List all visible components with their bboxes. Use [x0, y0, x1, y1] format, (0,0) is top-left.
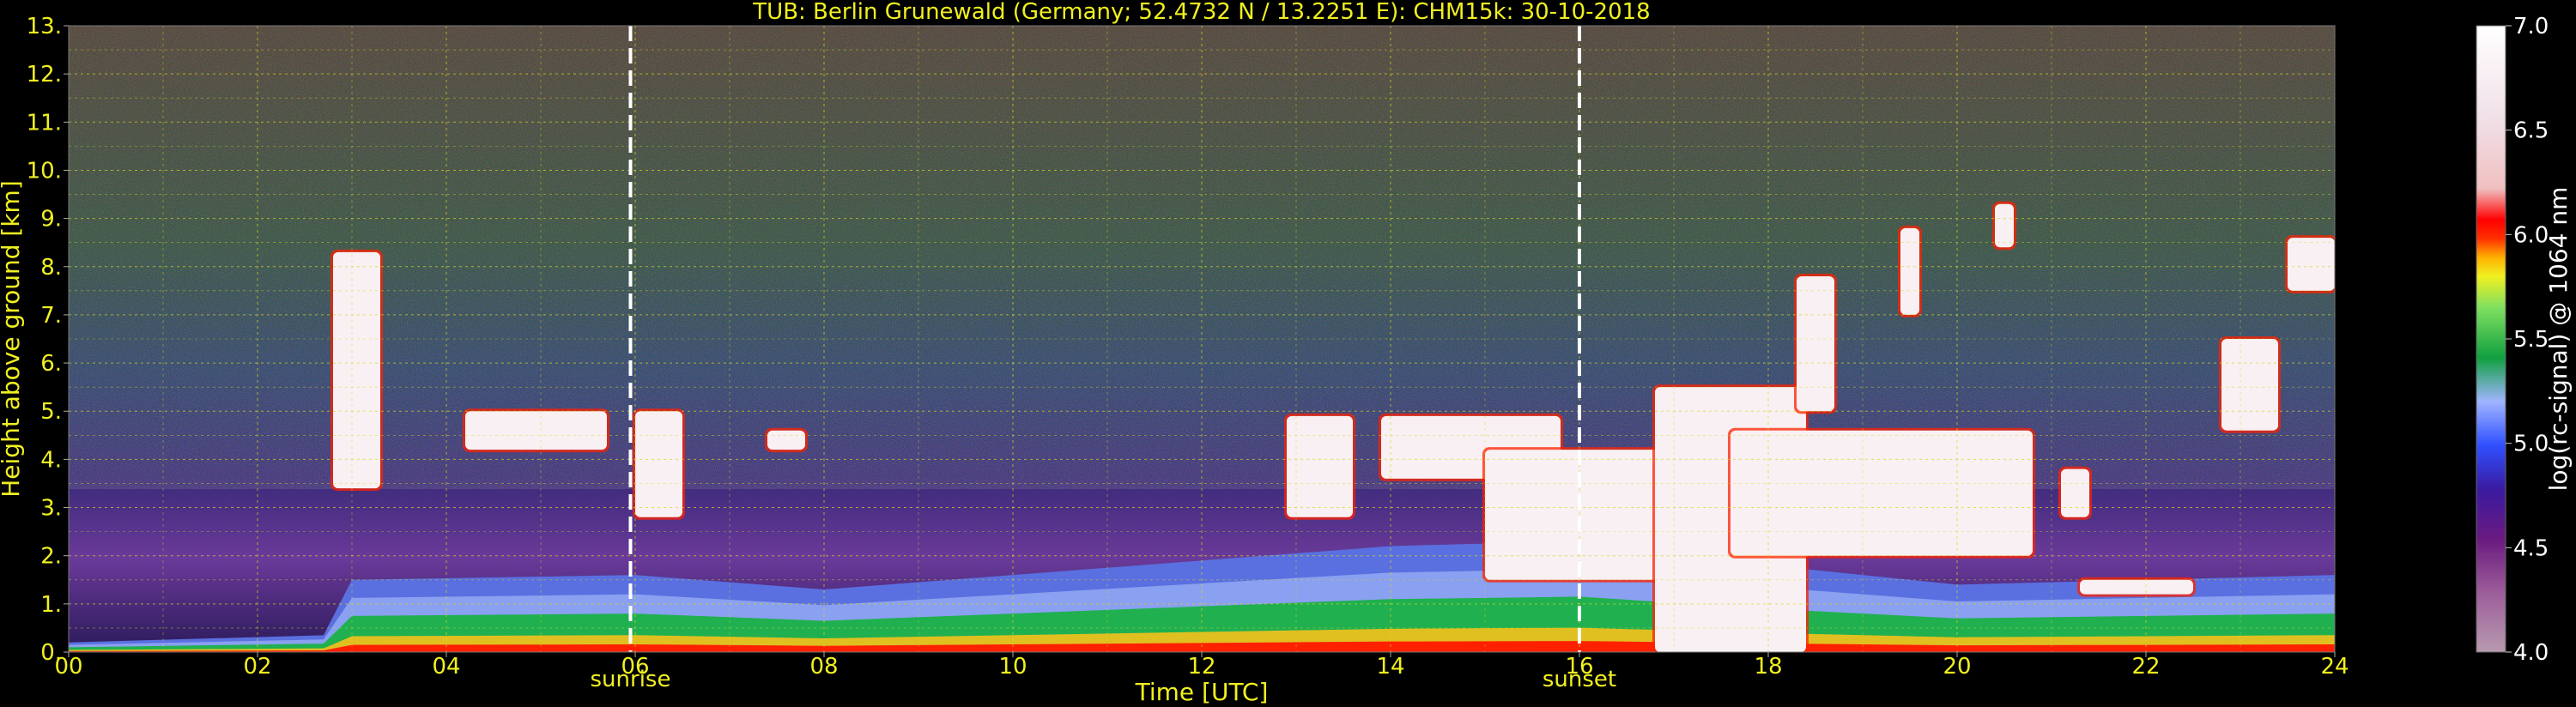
plot-area: sunrise sunset [68, 25, 2336, 692]
colorbar-gradient [2476, 25, 2506, 653]
colorbar-tick-label: 6.5 [2513, 118, 2549, 144]
x-tick-label: 22 [2131, 654, 2160, 680]
x-tick-label: 04 [432, 654, 460, 680]
x-tick-label: 24 [2320, 654, 2349, 680]
cloud-0 [333, 251, 380, 489]
y-tick-label: 13. [27, 14, 62, 39]
cloud-11 [1995, 203, 2014, 248]
y-tick-label: 1. [40, 592, 62, 618]
y-tick-label: 0. [40, 640, 62, 666]
y-tick-label: 11. [27, 110, 62, 136]
ceilometer-figure: sunrise sunset 00 02 04 06 08 10 12 14 16 18 20 22 24… [0, 0, 2573, 706]
y-tick-label: 2. [40, 544, 62, 570]
cloud-2 [635, 411, 682, 517]
y-tick-label: 9. [40, 207, 62, 233]
cloud-8 [1730, 430, 2033, 556]
cloud-15 [2288, 238, 2335, 291]
y-tick-label: 10. [27, 158, 62, 184]
cloud-9 [1797, 276, 1834, 412]
x-axis-label: Time [UTC] [1135, 678, 1269, 706]
cloud-1 [465, 411, 607, 450]
x-tick-label: 20 [1943, 654, 1971, 680]
x-tick-label: 06 [621, 654, 649, 680]
x-tick-label: 10 [998, 654, 1027, 680]
y-tick-label: 7. [40, 303, 62, 329]
chart-title: TUB: Berlin Grunewald (Germany; 52.4732 … [752, 0, 1650, 25]
colorbar-label: log(rc-signal) @ 1064 nm [2544, 187, 2573, 492]
cloud-3 [767, 430, 805, 450]
cloud-12 [2061, 468, 2089, 517]
x-tick-label: 02 [243, 654, 271, 680]
y-tick-label: 12. [27, 62, 62, 88]
colorbar: 4.04.55.05.56.06.57.0 log(rc-signal) @ 1… [2476, 14, 2573, 666]
colorbar-tick-label: 4.0 [2513, 640, 2549, 666]
y-tick-label: 6. [40, 351, 62, 377]
y-tick-label: 5. [40, 399, 62, 425]
cloud-13 [2080, 579, 2193, 595]
cloud-10 [1900, 227, 1919, 315]
x-tick-label: 08 [809, 654, 838, 680]
signal-noise-texture [69, 26, 2335, 489]
x-tick-label: 12 [1187, 654, 1215, 680]
cloud-4 [1287, 415, 1353, 517]
y-tick-label: 4. [40, 447, 62, 473]
x-tick-label: 18 [1754, 654, 1782, 680]
colorbar-tick-label: 4.5 [2513, 535, 2549, 561]
x-tick-label: 14 [1376, 654, 1404, 680]
y-tick-label: 3. [40, 496, 62, 522]
cloud-14 [2221, 339, 2278, 431]
colorbar-tick-label: 7.0 [2513, 14, 2549, 39]
x-tick-label: 16 [1565, 654, 1593, 680]
y-axis-label: Height above ground [km] [0, 180, 25, 498]
y-tick-label: 8. [40, 255, 62, 281]
